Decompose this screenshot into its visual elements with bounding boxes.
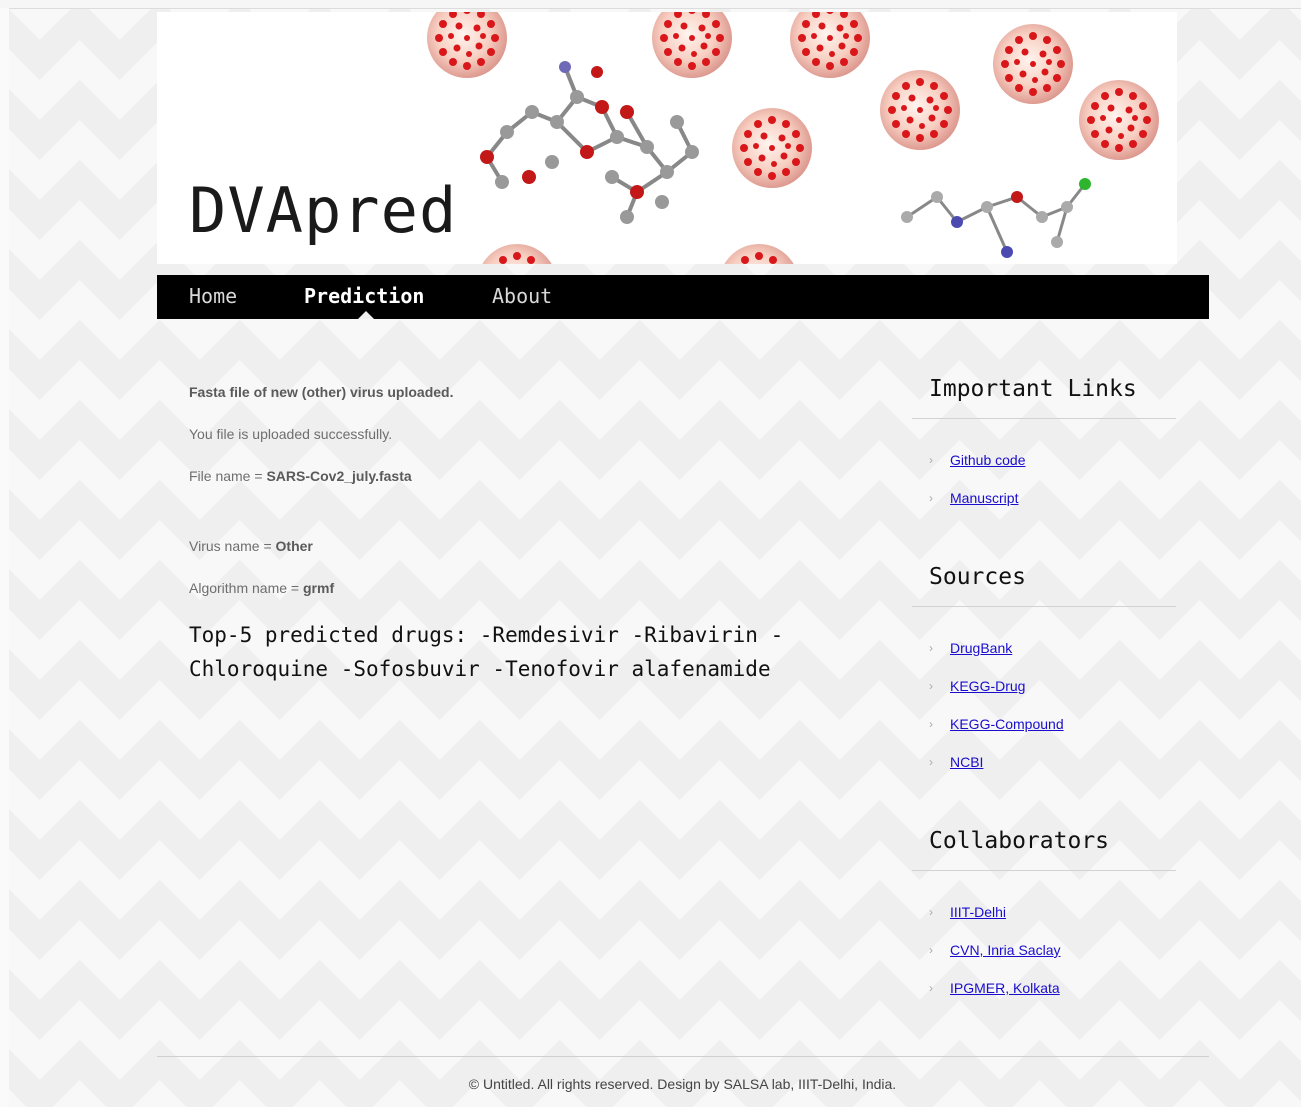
list-item: › CVN, Inria Saclay — [912, 940, 1176, 978]
important-links-title: Important Links — [929, 376, 1137, 402]
left-strip — [0, 8, 9, 1107]
prediction-result: Top-5 predicted drugs: -Remdesivir -Riba… — [189, 618, 879, 686]
link-cvn-inria[interactable]: CVN, Inria Saclay — [950, 940, 1060, 960]
link-iiit-delhi[interactable]: IIIT-Delhi — [950, 902, 1006, 922]
link-manuscript[interactable]: Manuscript — [950, 488, 1018, 508]
link-ipgmer[interactable]: IPGMER, Kolkata — [950, 978, 1060, 998]
link-ncbi[interactable]: NCBI — [950, 752, 983, 772]
virus-name: Virus name = Other — [189, 538, 313, 554]
link-kegg-compound[interactable]: KEGG-Compound — [950, 714, 1064, 734]
chevron-right-icon: › — [929, 755, 933, 769]
list-item: › KEGG-Drug — [912, 676, 1176, 714]
list-item: › DrugBank — [912, 638, 1176, 676]
collaborators-header: Collaborators — [912, 822, 1176, 871]
result-line-1: Top-5 predicted drugs: -Remdesivir -Riba… — [189, 623, 784, 647]
chevron-right-icon: › — [929, 641, 933, 655]
browser-top-edge — [0, 0, 1301, 9]
important-links-header: Important Links — [912, 370, 1176, 419]
nav-about[interactable]: About — [492, 275, 552, 319]
important-links-list: › Github code › Manuscript — [912, 450, 1176, 526]
chevron-right-icon: › — [929, 981, 933, 995]
link-kegg-drug[interactable]: KEGG-Drug — [950, 676, 1025, 696]
site-logo[interactable]: DVApred — [189, 180, 457, 242]
chevron-right-icon: › — [929, 905, 933, 919]
list-item: › NCBI — [912, 752, 1176, 790]
upload-heading: Fasta file of new (other) virus uploaded… — [189, 384, 454, 400]
list-item: › IIIT-Delhi — [912, 902, 1176, 940]
footer-text: © Untitled. All rights reserved. Design … — [468, 1076, 897, 1092]
chevron-right-icon: › — [929, 491, 933, 505]
algorithm-name: Algorithm name = grmf — [189, 580, 335, 596]
link-drugbank[interactable]: DrugBank — [950, 638, 1012, 658]
chevron-right-icon: › — [929, 717, 933, 731]
list-item: › IPGMER, Kolkata — [912, 978, 1176, 1016]
active-indicator — [358, 311, 374, 319]
collaborators-list: › IIIT-Delhi › CVN, Inria Saclay › IPGMER, … — [912, 902, 1176, 1016]
chevron-right-icon: › — [929, 943, 933, 957]
main-nav: Home Prediction About — [157, 275, 1209, 319]
nav-home[interactable]: Home — [189, 275, 237, 319]
chevron-right-icon: › — [929, 453, 933, 467]
sources-list: › DrugBank › KEGG-Drug › KEGG-Compound › NCB… — [912, 638, 1176, 790]
footer-divider — [157, 1056, 1209, 1057]
collaborators-title: Collaborators — [929, 828, 1110, 854]
sources-title: Sources — [929, 564, 1026, 590]
header-banner: DVApred — [157, 12, 1177, 264]
list-item: › Manuscript — [912, 488, 1176, 526]
result-line-2: Chloroquine -Sofosbuvir -Tenofovir alafe… — [189, 657, 771, 681]
list-item: › Github code — [912, 450, 1176, 488]
upload-status: You file is uploaded successfully. — [189, 426, 393, 442]
link-github-code[interactable]: Github code — [950, 450, 1026, 470]
list-item: › KEGG-Compound — [912, 714, 1176, 752]
sources-header: Sources — [912, 558, 1176, 607]
chevron-right-icon: › — [929, 679, 933, 693]
file-name: File name = SARS-Cov2_july.fasta — [189, 468, 412, 484]
